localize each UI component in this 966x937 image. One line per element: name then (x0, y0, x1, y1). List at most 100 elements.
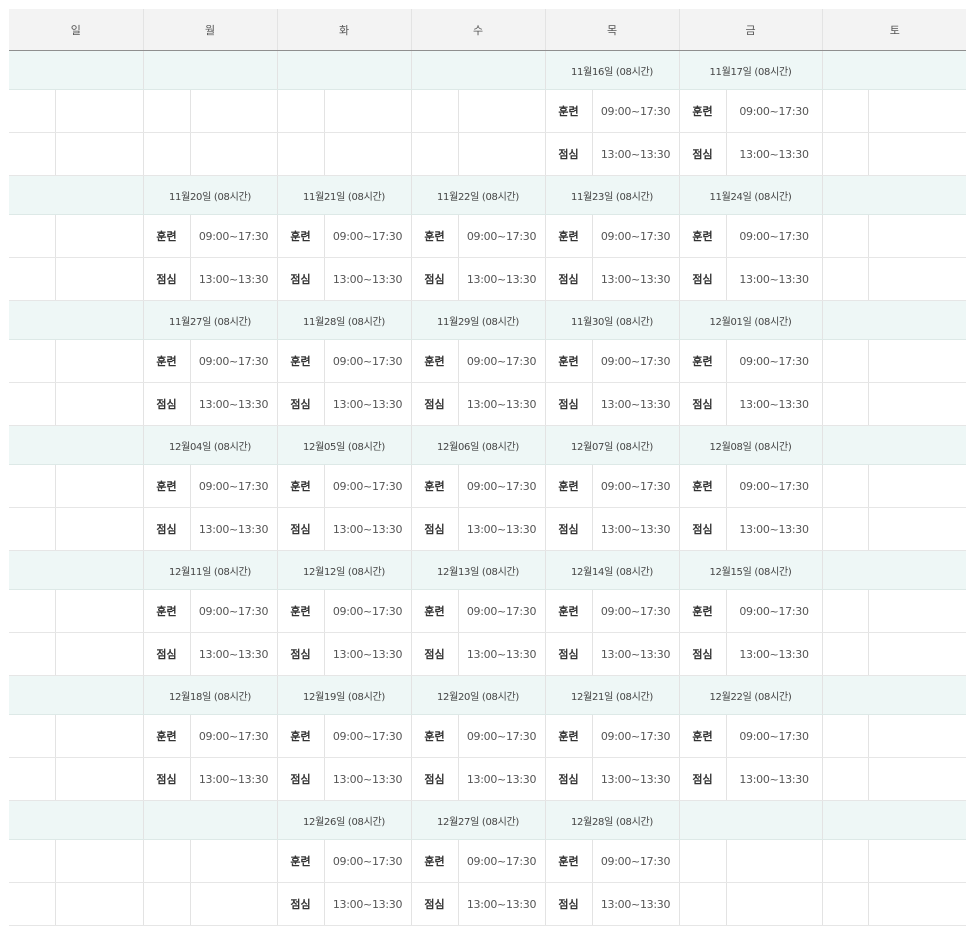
training-time: 09:00~17:30 (591, 89, 679, 133)
lunch-time (867, 882, 966, 926)
lunch-time: 13:00~13:30 (457, 507, 545, 551)
day-date-cell: 11월24일 (08시간) (678, 175, 822, 215)
lunch-time: 13:00~13:30 (323, 632, 411, 676)
lunch-label: 점심 (678, 382, 726, 426)
day-date-cell: 12월21일 (08시간) (544, 675, 679, 715)
lunch-label (9, 632, 55, 676)
day-date-cell: 11월22일 (08시간) (410, 175, 545, 215)
training-row: 훈련 09:00~17:30 훈련 09:00~17:30 훈련 09:00~17:30 훈… (9, 339, 966, 383)
lunch-time: 13:00~13:30 (591, 632, 679, 676)
day-date-cell: 11월28일 (08시간) (276, 300, 411, 340)
lunch-row: 점심 13:00~13:30 점심 13:00~13:30 점심 13:00~13:30 점… (9, 382, 966, 426)
lunch-time (54, 632, 143, 676)
day-date-cell: 12월28일 (08시간) (544, 800, 679, 840)
lunch-time: 13:00~13:30 (457, 632, 545, 676)
lunch-label (142, 882, 190, 926)
lunch-label: 점심 (142, 632, 190, 676)
training-time: 09:00~17:30 (323, 839, 411, 883)
day-date-cell: 11월30일 (08시간) (544, 300, 679, 340)
training-label: 훈련 (410, 714, 458, 758)
lunch-label: 점심 (410, 507, 458, 551)
lunch-label: 점심 (544, 257, 592, 301)
training-label: 훈련 (678, 339, 726, 383)
lunch-time (867, 132, 966, 176)
lunch-label: 점심 (410, 757, 458, 801)
lunch-time: 13:00~13:30 (457, 382, 545, 426)
lunch-time: 13:00~13:30 (189, 507, 277, 551)
lunch-time (323, 132, 411, 176)
day-date-cell: 11월27일 (08시간) (142, 300, 277, 340)
training-row: 훈련 09:00~17:30 훈련 09:00~17:30 훈련 09:00~17:30 (9, 839, 966, 883)
lunch-label: 점심 (142, 757, 190, 801)
lunch-row: 점심 13:00~13:30 점심 13:00~13:30 점심 13:00~13:30 점… (9, 632, 966, 676)
lunch-label: 점심 (544, 132, 592, 176)
training-label: 훈련 (276, 464, 324, 508)
lunch-time: 13:00~13:30 (323, 507, 411, 551)
day-date-cell: 12월07일 (08시간) (544, 425, 679, 465)
lunch-label (276, 132, 324, 176)
day-date-cell: 11월16일 (08시간) (544, 50, 679, 90)
training-label (9, 339, 55, 383)
weekday-header: 토 (821, 9, 966, 51)
training-time (867, 339, 966, 383)
training-time (189, 89, 277, 133)
lunch-label (678, 882, 726, 926)
lunch-label: 점심 (410, 882, 458, 926)
lunch-time: 13:00~13:30 (323, 757, 411, 801)
lunch-time: 13:00~13:30 (189, 757, 277, 801)
training-label (142, 839, 190, 883)
lunch-time: 13:00~13:30 (189, 632, 277, 676)
lunch-time (725, 882, 822, 926)
lunch-time (189, 882, 277, 926)
day-date-cell (276, 50, 411, 90)
training-label (410, 89, 458, 133)
day-date-cell: 11월20일 (08시간) (142, 175, 277, 215)
lunch-time: 13:00~13:30 (323, 257, 411, 301)
week-date-row: 12월18일 (08시간) 12월19일 (08시간) 12월20일 (08시간) 1… (9, 675, 966, 715)
lunch-label: 점심 (544, 507, 592, 551)
lunch-label: 점심 (142, 257, 190, 301)
training-time: 09:00~17:30 (591, 714, 679, 758)
training-label (821, 714, 868, 758)
lunch-row: 점심 13:00~13:30 점심 13:00~13:30 점심 13:00~13:30 점… (9, 257, 966, 301)
lunch-time (54, 757, 143, 801)
lunch-label (410, 132, 458, 176)
training-time: 09:00~17:30 (189, 589, 277, 633)
day-date-cell: 11월23일 (08시간) (544, 175, 679, 215)
training-label (821, 464, 868, 508)
training-time: 09:00~17:30 (457, 589, 545, 633)
lunch-time (867, 632, 966, 676)
training-label: 훈련 (410, 339, 458, 383)
training-time: 09:00~17:30 (725, 89, 822, 133)
lunch-label (821, 507, 868, 551)
lunch-time: 13:00~13:30 (725, 632, 822, 676)
training-time: 09:00~17:30 (457, 464, 545, 508)
lunch-label: 점심 (276, 382, 324, 426)
schedule-calendar: 일월화수목금토 11월16일 (08시간) 11월17일 (08시간) 훈련 09:0… (9, 9, 966, 926)
day-date-cell (821, 675, 966, 715)
lunch-time: 13:00~13:30 (591, 382, 679, 426)
lunch-time (54, 132, 143, 176)
lunch-label (821, 757, 868, 801)
training-time: 09:00~17:30 (189, 339, 277, 383)
lunch-label: 점심 (410, 632, 458, 676)
training-time: 09:00~17:30 (725, 464, 822, 508)
lunch-time (867, 257, 966, 301)
training-time: 09:00~17:30 (323, 214, 411, 258)
week-date-row: 11월20일 (08시간) 11월21일 (08시간) 11월22일 (08시간) 1… (9, 175, 966, 215)
lunch-label (821, 382, 868, 426)
lunch-label: 점심 (142, 507, 190, 551)
training-label: 훈련 (276, 714, 324, 758)
training-label (9, 214, 55, 258)
lunch-label: 점심 (544, 382, 592, 426)
day-date-cell (821, 425, 966, 465)
training-time: 09:00~17:30 (457, 339, 545, 383)
lunch-time (867, 507, 966, 551)
training-label: 훈련 (276, 589, 324, 633)
training-time (54, 464, 143, 508)
day-date-cell: 11월29일 (08시간) (410, 300, 545, 340)
lunch-label: 점심 (678, 507, 726, 551)
training-time: 09:00~17:30 (725, 339, 822, 383)
training-label: 훈련 (544, 714, 592, 758)
training-label: 훈련 (142, 589, 190, 633)
